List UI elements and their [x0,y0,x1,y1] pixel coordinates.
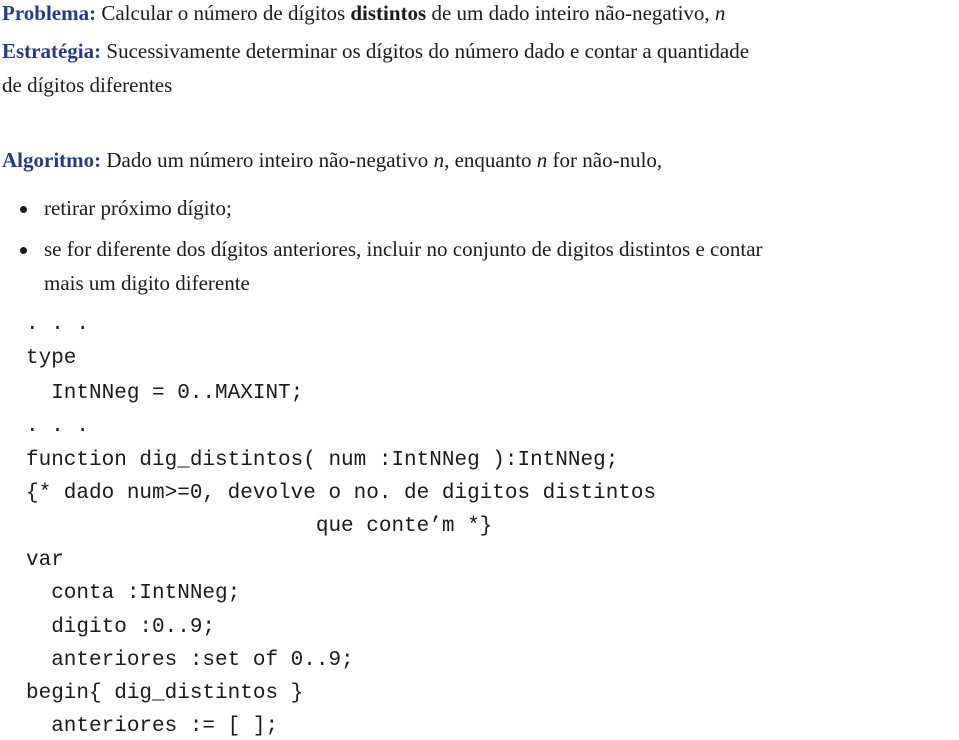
code-line: anteriores := [ ]; [26,715,279,738]
problem-text-bold: distintos [350,1,427,25]
problem-var-n: n [714,1,726,25]
algorithm-var-n-1: n [433,148,445,172]
code-line: conta :IntNNeg; [26,582,241,605]
strategy-line-1: Estratégia: Sucessivamente determinar os… [2,38,749,64]
code-line: anteriores :set of 0..9; [26,649,354,672]
bullet-item-2-text-1: se for diferente dos dígitos anteriores,… [44,237,763,261]
strategy-text-1: Sucessivamente determinar os dígitos do … [106,39,750,63]
problem-text-after: de um dado inteiro não-negativo, [426,1,715,25]
algorithm-statement: Algoritmo: Dado um número inteiro não-ne… [2,147,662,173]
code-line: {* dado num>=0, devolve o no. de digitos… [26,482,657,505]
bullet-icon [20,247,27,254]
algorithm-text-1: Dado um número inteiro não-negativo [106,148,434,172]
strategy-line-2: de dígitos diferentes [2,72,172,98]
problem-text-before: Calcular o número de dígitos [101,1,351,25]
code-line: var [26,549,64,572]
problem-label: Problema: [2,1,97,25]
code-line: type [26,347,77,370]
code-line: begin{ dig_distintos } [26,682,304,705]
strategy-text-2: de dígitos diferentes [2,73,173,97]
code-line: digito :0..9; [26,616,216,639]
algorithm-label: Algoritmo: [2,148,102,172]
problem-statement: Problema: Calcular o número de dígitos d… [2,0,725,26]
bullet-item-2-continuation: mais um digito diferente [44,270,250,296]
code-line: . . . [26,313,90,336]
algorithm-var-n-2: n [536,148,548,172]
bullet-item-1-text: retirar próximo dígito; [44,196,232,220]
strategy-label: Estratégia: [2,39,102,63]
code-line: . . . [26,415,90,438]
algorithm-text-3: for não-nulo, [547,148,663,172]
code-line: IntNNeg = 0..MAXINT; [26,382,304,405]
bullet-item-2-text-2: mais um digito diferente [44,271,250,295]
bullet-icon [20,206,27,213]
code-line: function dig_distintos( num :IntNNeg ):I… [26,449,619,472]
bullet-item-2: se for diferente dos dígitos anteriores,… [44,236,763,262]
code-line: que conte’m *} [26,515,493,538]
algorithm-text-2: , enquanto [444,148,537,172]
bullet-item-1: retirar próximo dígito; [44,195,232,221]
